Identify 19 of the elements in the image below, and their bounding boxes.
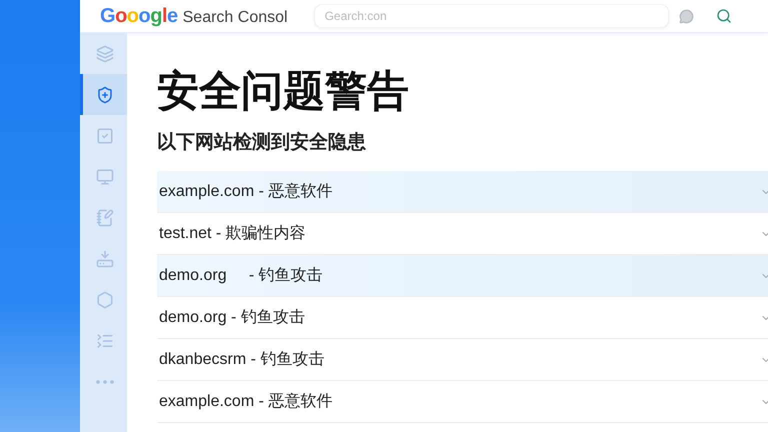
search-icon[interactable] bbox=[716, 8, 732, 24]
list-icon bbox=[96, 332, 114, 350]
chat-icon[interactable] bbox=[678, 8, 694, 24]
layers-icon bbox=[96, 44, 114, 62]
notebook-icon bbox=[96, 208, 114, 226]
hexagon-icon bbox=[96, 290, 114, 308]
issue-row[interactable]: example.com - 恶意软件 bbox=[157, 171, 768, 213]
logo-mark: Gooogle bbox=[100, 4, 178, 28]
sidebar-item[interactable] bbox=[80, 74, 127, 115]
page-subtitle: 以下网站检测到安全隐患 bbox=[157, 130, 367, 155]
search-field[interactable]: Gearch:con bbox=[314, 4, 669, 28]
shield-icon bbox=[96, 86, 114, 104]
more-icon bbox=[96, 380, 114, 384]
issue-row[interactable]: demo.org - 钓鱼攻击 bbox=[157, 255, 768, 297]
product-name: Search Consol bbox=[182, 8, 288, 26]
monitor-icon bbox=[96, 168, 114, 186]
download-icon bbox=[96, 250, 114, 268]
checkbox-icon bbox=[96, 126, 114, 144]
page-title: 安全问题警告 bbox=[157, 66, 410, 116]
